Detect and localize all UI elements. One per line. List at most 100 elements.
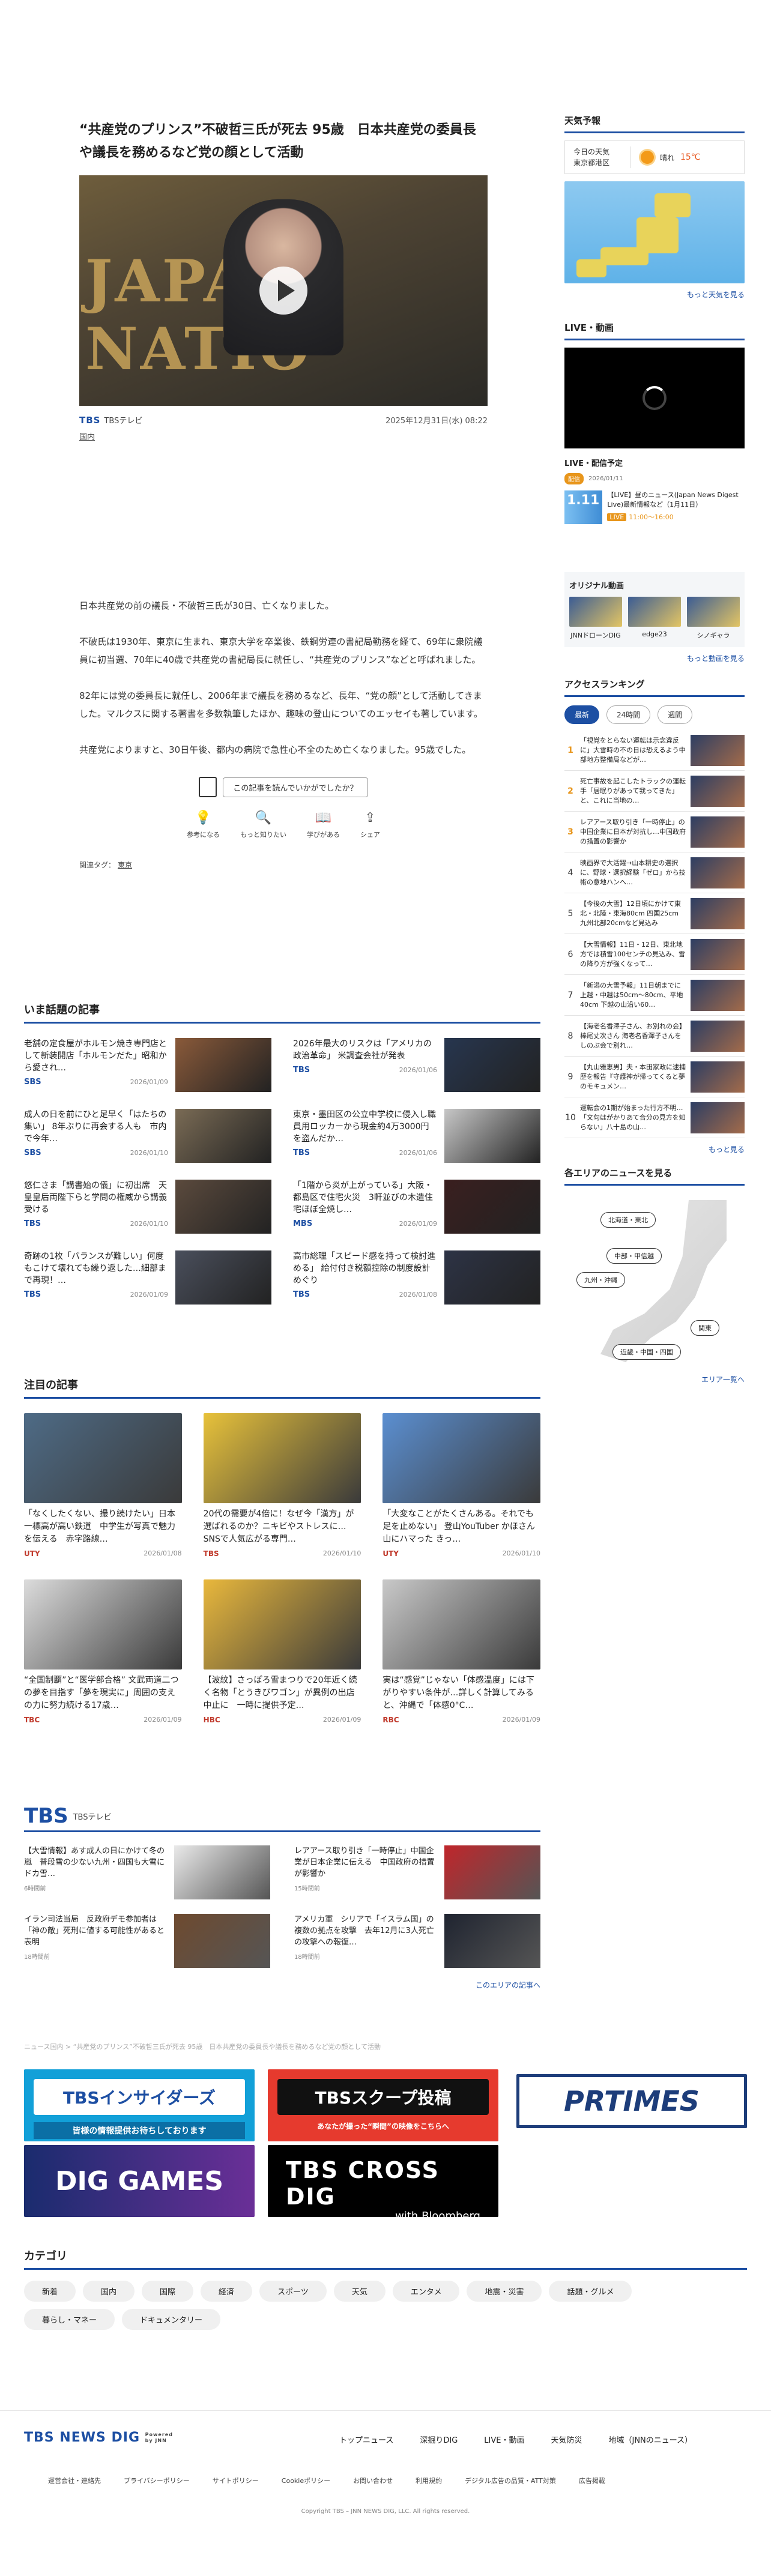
category-pill[interactable]: 国内 (83, 2281, 135, 2302)
weather-today[interactable]: 今日の天気 東京都港区 晴れ 15℃ (564, 140, 745, 174)
footer-link[interactable]: 利用規約 (416, 2476, 442, 2485)
footer-nav-item[interactable]: 深掘りDIG (420, 2434, 458, 2445)
tbs-article[interactable]: イラン司法当局 反政府デモ参加者は「神の敵」死刑に値する可能性があると表明 18時… (24, 1914, 270, 1968)
footer-link[interactable]: デジタル広告の品質・ATT対策 (465, 2476, 556, 2485)
category-pill[interactable]: エンタメ (392, 2281, 460, 2302)
footer-link[interactable]: プライバシーポリシー (124, 2476, 190, 2485)
featured-article[interactable]: 20代の需要が4倍に！なぜ今「漢方」が選ばれるのか？ニキビやストレスに…SNSで… (203, 1413, 361, 1558)
featured-date: 2026/01/09 (144, 1716, 182, 1724)
ranking-title: 【今後の大雪】12日頃にかけて東北・北陸・東海80cm 四国25cm 九州北部2… (580, 899, 681, 927)
footer-link[interactable]: 運営会社・連絡先 (48, 2476, 101, 2485)
category-pill[interactable]: 地震・災害 (467, 2281, 542, 2302)
tab-latest[interactable]: 最新 (564, 705, 600, 724)
reaction-want-more[interactable]: 🔍 もっと知りたい (240, 812, 286, 839)
category-pill[interactable]: 天気 (333, 2281, 386, 2302)
tbs-more-link[interactable]: このエリアの記事へ (24, 1980, 540, 1990)
footer-link[interactable]: お問い合わせ (353, 2476, 393, 2485)
original-thumbnail (687, 597, 740, 627)
category-pill[interactable]: 新着 (24, 2281, 76, 2302)
footer-link[interactable]: サイトポリシー (213, 2476, 259, 2485)
scoop-banner[interactable]: TBSスクープ投稿 あなたが撮った“瞬間”の映像をこちらへ (268, 2069, 498, 2141)
category-pill[interactable]: ドキュメンタリー (122, 2309, 221, 2330)
games-banner[interactable]: DIG GAMES (24, 2145, 255, 2217)
ranking-more-link[interactable]: もっと見る (564, 1144, 745, 1154)
weather-more-link[interactable]: もっと天気を見る (564, 289, 745, 300)
ranking-item[interactable]: 2 死亡事故を起こしたトラックの運転手「居眠りがあって我ってきた」と、これに当地の… (564, 771, 745, 812)
hot-article[interactable]: 悠仁さま「講書始の儀」に初出席 天皇皇后両陛下らと学問の権威から講義受ける TBS… (24, 1180, 271, 1234)
footer-link[interactable]: 広告掲載 (579, 2476, 605, 2485)
feedback-question[interactable]: この記事を読んでいかがでしたか？ (223, 777, 368, 797)
ranking-item[interactable]: 4 映画界で大活躍→山本耕史の選択に、野球・選択経験「ゼロ」から技術の意地ハンへ… (564, 852, 745, 893)
category-pill[interactable]: 話題・グルメ (549, 2281, 632, 2302)
video-player[interactable]: JAPAN NATIO (79, 175, 488, 406)
original-item[interactable]: edge23 (628, 597, 681, 640)
ranking-number: 2 (567, 786, 573, 796)
featured-article[interactable]: “全国制覇”と“医学部合格” 文武両道二つの夢を目指す「夢を現実に」周囲の支えの… (24, 1579, 182, 1724)
hot-article[interactable]: 成人の日を前にひと足早く「はたちの集い」 8年ぶりに再会する人も 市内で今年… S… (24, 1109, 271, 1163)
footer-nav-item[interactable]: LIVE・動画 (484, 2434, 524, 2445)
tbs-article[interactable]: アメリカ軍 シリアで「イスラム国」の複数の拠点を攻撃 去年12月に3人死亡の攻撃… (294, 1914, 540, 1968)
area-hokkaido-tohoku[interactable]: 北海道・東北 (600, 1212, 656, 1228)
hot-article[interactable]: 奇跡の1枚「バランスが難しい」何度もこけて壊れても繰り返した…細部まで再現！… T… (24, 1250, 271, 1305)
area-kanto[interactable]: 関東 (691, 1320, 719, 1336)
ranking-number: 6 (567, 949, 573, 959)
featured-article[interactable]: 「大変なことがたくさんある。それでも足を止めない」 登山YouTuber かほさ… (382, 1413, 543, 1558)
featured-article[interactable]: 「なくしたくない、撮り続けたい」日本一標高が高い鉄道 中学生が写真で魅力を伝える… (24, 1413, 182, 1558)
footer-nav-item[interactable]: トップニュース (339, 2434, 393, 2445)
hot-article[interactable]: 老舗の定食屋がホルモン焼き専門店として新装開店「ホルモンだた」昭和から愛され… S… (24, 1038, 271, 1092)
category-pill[interactable]: 暮らし・マネー (24, 2309, 115, 2330)
live-schedule-item[interactable]: 1.11 【LIVE】昼のニュース(Japan News Digest Live… (564, 490, 745, 524)
hot-article[interactable]: 東京・墨田区の公立中学校に侵入し職員用ロッカーから現金約4万3000円を盗んだか… (293, 1109, 540, 1163)
tbs-date: 18時間前 (24, 1954, 50, 1961)
tag-link[interactable]: 東京 (118, 861, 132, 869)
reaction-learning[interactable]: 📖 学びがある (307, 812, 340, 839)
prtimes-banner[interactable]: PRTIMES (516, 2074, 747, 2128)
tab-weekly[interactable]: 週間 (658, 705, 693, 724)
hot-article[interactable]: 2026年最大のリスクは「アメリカの政治革命」 米調査会社が発表 TBS 2026/… (293, 1038, 540, 1092)
ranking-item[interactable]: 1 「視覚をとらない運転は示念違反に」大雪時の不の日は恐えるよう中部地方整備局など… (564, 730, 745, 771)
featured-article[interactable]: 実は“感覚”じゃない「体感温度」には下がりやすい条件が…詳しく計算してみると、沖… (382, 1579, 540, 1724)
hot-article[interactable]: 「1階から炎が上がっている」大阪・都島区で住宅火災 3軒並びの木造住宅ほぼ全焼し… (293, 1180, 540, 1234)
ranking-item[interactable]: 6 【大雪情報】11日・12日、東北地方では積雪100センチの見込み、雪の降り方が… (564, 934, 745, 975)
footer-link[interactable]: Cookieポリシー (282, 2476, 330, 2485)
insider-banner[interactable]: TBSインサイダーズ 皆様の情報提供お待ちしております (24, 2069, 255, 2141)
category-pill[interactable]: 国際 (142, 2281, 194, 2302)
area-kinki[interactable]: 近畿・中国・四国 (612, 1344, 681, 1360)
area-more-link[interactable]: エリア一覧へ (564, 1374, 745, 1384)
ranking-item[interactable]: 10 運転会の1期が始まった行方不明…「文句はがかりあて合分の見方を知らない」八十… (564, 1097, 745, 1138)
article-category[interactable]: 国内 (79, 430, 488, 442)
footer-nav-item[interactable]: 地域（JNNのニュース） (608, 2434, 692, 2445)
area-kyushu[interactable]: 九州・沖縄 (576, 1272, 625, 1288)
hot-article[interactable]: 高市総理「スピード感を持って検討進める」 給付付き税額控除の制度設計めぐり TBS… (293, 1250, 540, 1305)
area-chubu[interactable]: 中部・甲信越 (606, 1248, 662, 1264)
weather-map[interactable] (564, 181, 745, 283)
ranking-item[interactable]: 7 「新潟の大雪予報」11日朝までに上越・中越は50cm〜80cm、平地40cm … (564, 975, 745, 1016)
category-pill[interactable]: 経済 (201, 2281, 253, 2302)
ranking-item[interactable]: 9 【丸山雅恵男】夫・本田家政に逮捕歴を報告『守護神が帰ってくると夢のモキュメン… (564, 1057, 745, 1097)
play-icon[interactable] (259, 267, 307, 315)
article-source[interactable]: TBSテレビ (104, 414, 142, 426)
ranking-item[interactable]: 3 レアアース取り引き「一時停止」の中国企業に日本が対抗し…中国政府の措置の影響か (564, 812, 745, 852)
hot-title: 高市総理「スピード感を持って検討進める」 給付付き税額控除の制度設計めぐり (293, 1252, 436, 1285)
footer-logo[interactable]: TBS NEWS DIG Powered by JNN (24, 2430, 181, 2445)
related-tags: 関連タグ： 東京 (79, 860, 488, 870)
featured-date: 2026/01/10 (502, 1549, 540, 1557)
ranking-item[interactable]: 5 【今後の大雪】12日頃にかけて東北・北陸・東海80cm 四国25cm 九州北部… (564, 893, 745, 934)
featured-article[interactable]: 【波紋】さっぽろ雪まつりで20年近く続く名物「とうきびワゴン」が異例の出店中止に… (203, 1579, 361, 1724)
category-pill[interactable]: スポーツ (259, 2281, 327, 2302)
original-item[interactable]: シノギャラ (687, 597, 740, 640)
ranking-item[interactable]: 8 【海老名香澤子さん、お別れの会】棒尾丈次さん 海老名香澤子さんをしのぶ会で別れ… (564, 1016, 745, 1057)
crossdig-banner[interactable]: TBS CROSS DIG with Bloomberg (268, 2145, 498, 2217)
reaction-helpful[interactable]: 💡 参考になる (187, 812, 220, 839)
tab-24h[interactable]: 24時間 (606, 705, 651, 724)
tbs-article[interactable]: レアアース取り引き「一時停止」中国企業が日本企業に伝える 中国政府の措置が影響か… (294, 1845, 540, 1899)
original-thumbnail (628, 597, 681, 627)
tbs-article[interactable]: 【大雪情報】あす成人の日にかけて冬の嵐 普段雪の少ない九州・四国も大雪に ドカ雪… (24, 1845, 270, 1899)
breadcrumb[interactable]: ニュース国内 > “共産党のプリンス”不破哲三氏が死去 95歳 日本共産党の委員… (24, 2042, 381, 2051)
reaction-share[interactable]: ⇪ シェア (360, 812, 380, 839)
original-item[interactable]: JNNドローンDIG (569, 597, 622, 640)
original-more-link[interactable]: もっと動画を見る (564, 653, 745, 663)
live-player[interactable] (564, 348, 745, 448)
scoop-sub: あなたが撮った“瞬間”の映像をこちらへ (317, 2122, 449, 2131)
footer-nav-item[interactable]: 天気防災 (551, 2434, 582, 2445)
